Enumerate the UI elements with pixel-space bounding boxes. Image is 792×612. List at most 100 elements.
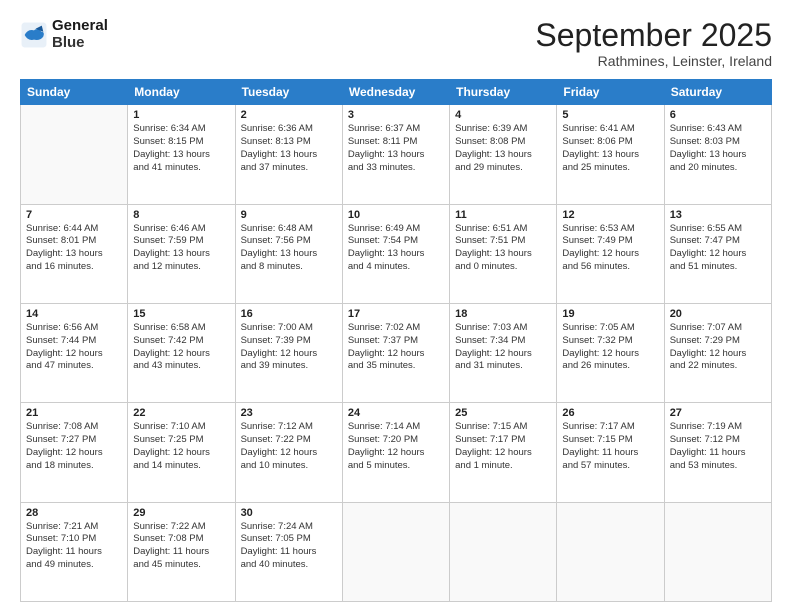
calendar-cell: 1 Sunrise: 6:34 AMSunset: 8:15 PMDaylight… — [128, 105, 235, 204]
calendar-cell: 13 Sunrise: 6:55 AMSunset: 7:47 PMDayligh… — [664, 204, 771, 303]
main-title: September 2025 — [535, 18, 772, 53]
calendar-cell: 5 Sunrise: 6:41 AMSunset: 8:06 PMDaylight… — [557, 105, 664, 204]
day-number: 27 — [670, 407, 766, 419]
day-number: 25 — [455, 407, 551, 419]
title-block: September 2025 Rathmines, Leinster, Irel… — [535, 18, 772, 69]
day-info: Sunrise: 7:24 AMSunset: 7:05 PMDaylight:… — [241, 521, 337, 572]
calendar-cell — [557, 502, 664, 601]
calendar-cell: 11 Sunrise: 6:51 AMSunset: 7:51 PMDayligh… — [450, 204, 557, 303]
day-number: 29 — [133, 507, 229, 519]
header-thursday: Thursday — [450, 80, 557, 105]
day-info: Sunrise: 6:55 AMSunset: 7:47 PMDaylight:… — [670, 223, 766, 274]
day-number: 3 — [348, 109, 444, 121]
calendar-header-row: SundayMondayTuesdayWednesdayThursdayFrid… — [21, 80, 772, 105]
day-info: Sunrise: 6:53 AMSunset: 7:49 PMDaylight:… — [562, 223, 658, 274]
day-number: 30 — [241, 507, 337, 519]
day-info: Sunrise: 7:05 AMSunset: 7:32 PMDaylight:… — [562, 322, 658, 373]
day-info: Sunrise: 7:00 AMSunset: 7:39 PMDaylight:… — [241, 322, 337, 373]
day-info: Sunrise: 6:41 AMSunset: 8:06 PMDaylight:… — [562, 123, 658, 174]
calendar-cell: 25 Sunrise: 7:15 AMSunset: 7:17 PMDayligh… — [450, 403, 557, 502]
calendar-cell: 15 Sunrise: 6:58 AMSunset: 7:42 PMDayligh… — [128, 303, 235, 402]
calendar-cell: 10 Sunrise: 6:49 AMSunset: 7:54 PMDayligh… — [342, 204, 449, 303]
header-tuesday: Tuesday — [235, 80, 342, 105]
day-info: Sunrise: 6:51 AMSunset: 7:51 PMDaylight:… — [455, 223, 551, 274]
day-info: Sunrise: 7:15 AMSunset: 7:17 PMDaylight:… — [455, 421, 551, 472]
day-info: Sunrise: 6:39 AMSunset: 8:08 PMDaylight:… — [455, 123, 551, 174]
calendar-cell: 14 Sunrise: 6:56 AMSunset: 7:44 PMDayligh… — [21, 303, 128, 402]
day-number: 6 — [670, 109, 766, 121]
day-info: Sunrise: 7:22 AMSunset: 7:08 PMDaylight:… — [133, 521, 229, 572]
day-info: Sunrise: 6:43 AMSunset: 8:03 PMDaylight:… — [670, 123, 766, 174]
day-info: Sunrise: 7:02 AMSunset: 7:37 PMDaylight:… — [348, 322, 444, 373]
day-info: Sunrise: 7:10 AMSunset: 7:25 PMDaylight:… — [133, 421, 229, 472]
calendar-cell: 21Sunrise: 7:08 AMSunset: 7:27 PMDayligh… — [21, 403, 128, 502]
day-info: Sunrise: 6:58 AMSunset: 7:42 PMDaylight:… — [133, 322, 229, 373]
header-wednesday: Wednesday — [342, 80, 449, 105]
logo-icon — [20, 21, 48, 49]
calendar-cell: 7Sunrise: 6:44 AMSunset: 8:01 PMDaylight… — [21, 204, 128, 303]
header-monday: Monday — [128, 80, 235, 105]
day-info: Sunrise: 6:37 AMSunset: 8:11 PMDaylight:… — [348, 123, 444, 174]
day-info: Sunrise: 7:14 AMSunset: 7:20 PMDaylight:… — [348, 421, 444, 472]
day-number: 14 — [26, 308, 122, 320]
calendar-cell: 23 Sunrise: 7:12 AMSunset: 7:22 PMDayligh… — [235, 403, 342, 502]
day-info: Sunrise: 7:12 AMSunset: 7:22 PMDaylight:… — [241, 421, 337, 472]
day-info: Sunrise: 6:56 AMSunset: 7:44 PMDaylight:… — [26, 322, 122, 373]
day-number: 22 — [133, 407, 229, 419]
calendar-cell — [21, 105, 128, 204]
calendar-cell: 17 Sunrise: 7:02 AMSunset: 7:37 PMDayligh… — [342, 303, 449, 402]
calendar-cell — [342, 502, 449, 601]
day-info: Sunrise: 7:03 AMSunset: 7:34 PMDaylight:… — [455, 322, 551, 373]
logo: General Blue — [20, 18, 108, 51]
calendar-cell: 18 Sunrise: 7:03 AMSunset: 7:34 PMDayligh… — [450, 303, 557, 402]
day-number: 20 — [670, 308, 766, 320]
day-info: Sunrise: 7:07 AMSunset: 7:29 PMDaylight:… — [670, 322, 766, 373]
calendar-cell: 28Sunrise: 7:21 AMSunset: 7:10 PMDayligh… — [21, 502, 128, 601]
day-number: 18 — [455, 308, 551, 320]
header-saturday: Saturday — [664, 80, 771, 105]
header-friday: Friday — [557, 80, 664, 105]
day-number: 26 — [562, 407, 658, 419]
subtitle: Rathmines, Leinster, Ireland — [535, 53, 772, 69]
day-info: Sunrise: 6:36 AMSunset: 8:13 PMDaylight:… — [241, 123, 337, 174]
calendar-cell: 29 Sunrise: 7:22 AMSunset: 7:08 PMDayligh… — [128, 502, 235, 601]
day-number: 17 — [348, 308, 444, 320]
day-number: 12 — [562, 209, 658, 221]
day-number: 1 — [133, 109, 229, 121]
calendar-cell: 4Sunrise: 6:39 AMSunset: 8:08 PMDaylight… — [450, 105, 557, 204]
day-number: 5 — [562, 109, 658, 121]
calendar-cell: 27 Sunrise: 7:19 AMSunset: 7:12 PMDayligh… — [664, 403, 771, 502]
day-number: 9 — [241, 209, 337, 221]
day-number: 19 — [562, 308, 658, 320]
calendar-cell — [664, 502, 771, 601]
calendar-cell: 26 Sunrise: 7:17 AMSunset: 7:15 PMDayligh… — [557, 403, 664, 502]
day-number: 13 — [670, 209, 766, 221]
calendar-cell: 9 Sunrise: 6:48 AMSunset: 7:56 PMDaylight… — [235, 204, 342, 303]
day-info: Sunrise: 7:17 AMSunset: 7:15 PMDaylight:… — [562, 421, 658, 472]
calendar-cell — [450, 502, 557, 601]
day-number: 23 — [241, 407, 337, 419]
day-info: Sunrise: 7:08 AMSunset: 7:27 PMDaylight:… — [26, 421, 122, 472]
day-number: 11 — [455, 209, 551, 221]
calendar-cell: 24 Sunrise: 7:14 AMSunset: 7:20 PMDayligh… — [342, 403, 449, 502]
day-number: 10 — [348, 209, 444, 221]
calendar-cell: 22 Sunrise: 7:10 AMSunset: 7:25 PMDayligh… — [128, 403, 235, 502]
day-info: Sunrise: 6:49 AMSunset: 7:54 PMDaylight:… — [348, 223, 444, 274]
header-sunday: Sunday — [21, 80, 128, 105]
day-info: Sunrise: 7:19 AMSunset: 7:12 PMDaylight:… — [670, 421, 766, 472]
page-header: General Blue September 2025 Rathmines, L… — [20, 18, 772, 69]
day-number: 8 — [133, 209, 229, 221]
day-number: 16 — [241, 308, 337, 320]
day-number: 24 — [348, 407, 444, 419]
day-info: Sunrise: 7:21 AMSunset: 7:10 PMDaylight:… — [26, 521, 122, 572]
day-number: 15 — [133, 308, 229, 320]
day-info: Sunrise: 6:34 AMSunset: 8:15 PMDaylight:… — [133, 123, 229, 174]
calendar-cell: 6 Sunrise: 6:43 AMSunset: 8:03 PMDaylight… — [664, 105, 771, 204]
logo-text: General Blue — [52, 18, 108, 51]
day-info: Sunrise: 6:44 AMSunset: 8:01 PMDaylight:… — [26, 223, 122, 274]
calendar-cell: 12 Sunrise: 6:53 AMSunset: 7:49 PMDayligh… — [557, 204, 664, 303]
calendar-table: SundayMondayTuesdayWednesdayThursdayFrid… — [20, 79, 772, 602]
calendar-cell: 8Sunrise: 6:46 AMSunset: 7:59 PMDaylight… — [128, 204, 235, 303]
day-info: Sunrise: 6:48 AMSunset: 7:56 PMDaylight:… — [241, 223, 337, 274]
calendar-cell: 19 Sunrise: 7:05 AMSunset: 7:32 PMDayligh… — [557, 303, 664, 402]
